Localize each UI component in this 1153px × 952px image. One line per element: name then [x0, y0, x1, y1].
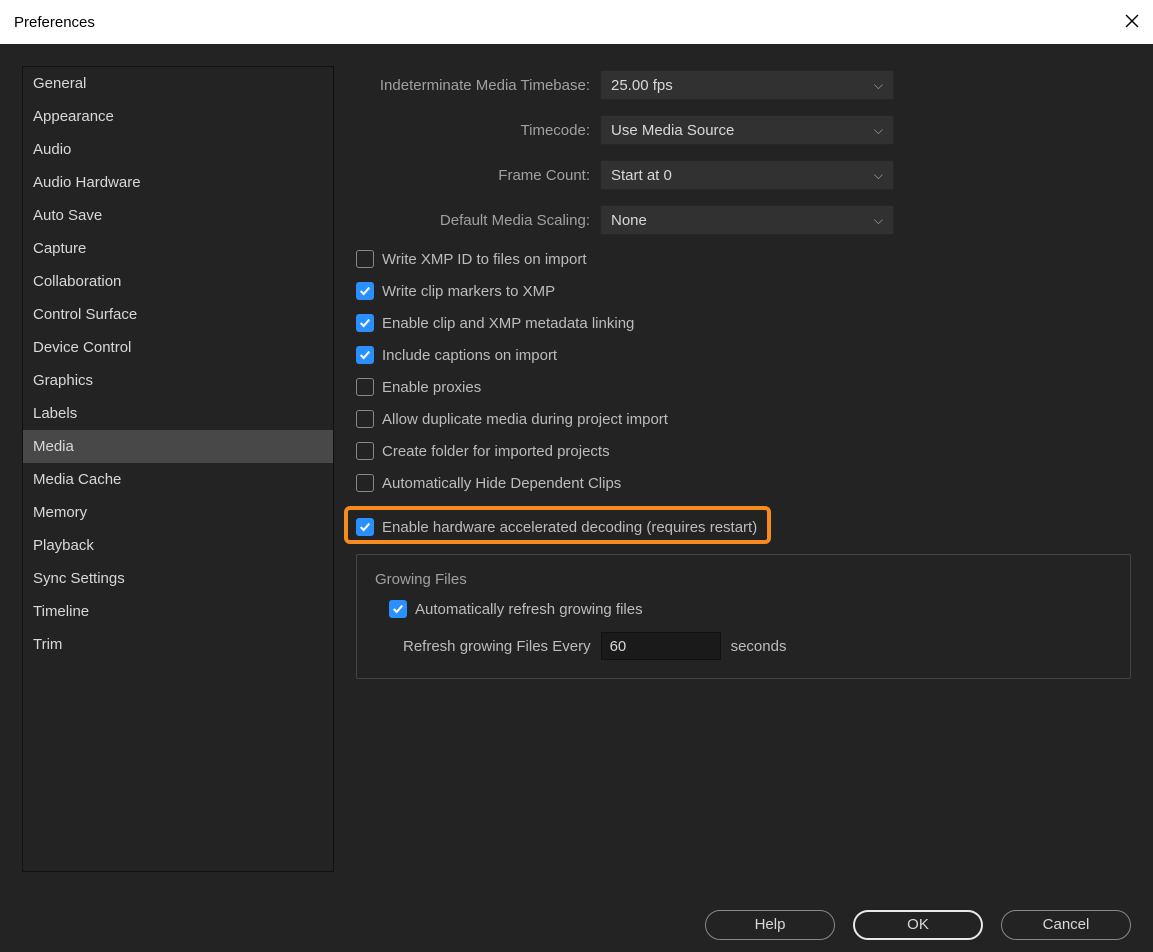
scaling-value: None	[611, 212, 647, 229]
help-button[interactable]: Help	[705, 910, 835, 940]
frame-count-dropdown[interactable]: Start at 0 ⌵	[600, 160, 894, 190]
frame-count-label: Frame Count:	[356, 167, 600, 184]
scaling-label: Default Media Scaling:	[356, 212, 600, 229]
sidebar-item-general[interactable]: General	[23, 67, 333, 100]
sidebar-item-collaboration[interactable]: Collaboration	[23, 265, 333, 298]
check-row-7[interactable]: Automatically Hide Dependent Clips	[356, 474, 1131, 492]
main-panel: Indeterminate Media Timebase: 25.00 fps …	[356, 66, 1131, 872]
check-row-1[interactable]: Write clip markers to XMP	[356, 282, 1131, 300]
checkbox-7[interactable]	[356, 474, 374, 492]
check-label-7: Automatically Hide Dependent Clips	[382, 475, 621, 492]
ok-button[interactable]: OK	[853, 910, 983, 940]
chevron-down-icon: ⌵	[874, 213, 883, 228]
timecode-label: Timecode:	[356, 122, 600, 139]
timebase-dropdown[interactable]: 25.00 fps ⌵	[600, 70, 894, 100]
hw-decode-checkbox[interactable]	[356, 518, 374, 536]
highlighted-option: Enable hardware accelerated decoding (re…	[344, 506, 771, 544]
sidebar-item-trim[interactable]: Trim	[23, 628, 333, 661]
checkbox-1[interactable]	[356, 282, 374, 300]
refresh-unit: seconds	[731, 638, 787, 655]
check-row-6[interactable]: Create folder for imported projects	[356, 442, 1131, 460]
checkbox-6[interactable]	[356, 442, 374, 460]
close-icon[interactable]	[1125, 12, 1139, 33]
sidebar-item-audio[interactable]: Audio	[23, 133, 333, 166]
check-label-1: Write clip markers to XMP	[382, 283, 555, 300]
chevron-down-icon: ⌵	[874, 123, 883, 138]
sidebar-item-auto-save[interactable]: Auto Save	[23, 199, 333, 232]
chevron-down-icon: ⌵	[874, 78, 883, 93]
checkbox-4[interactable]	[356, 378, 374, 396]
titlebar: Preferences	[0, 0, 1153, 44]
checkbox-0[interactable]	[356, 250, 374, 268]
auto-refresh-label: Automatically refresh growing files	[415, 601, 643, 618]
refresh-seconds-input[interactable]: 60	[601, 632, 721, 660]
chevron-down-icon: ⌵	[874, 168, 883, 183]
sidebar: GeneralAppearanceAudioAudio HardwareAuto…	[22, 66, 334, 872]
sidebar-item-timeline[interactable]: Timeline	[23, 595, 333, 628]
check-label-3: Include captions on import	[382, 347, 557, 364]
check-row-3[interactable]: Include captions on import	[356, 346, 1131, 364]
check-row-2[interactable]: Enable clip and XMP metadata linking	[356, 314, 1131, 332]
check-label-6: Create folder for imported projects	[382, 443, 610, 460]
hw-decode-label: Enable hardware accelerated decoding (re…	[382, 519, 757, 536]
sidebar-item-control-surface[interactable]: Control Surface	[23, 298, 333, 331]
sidebar-item-audio-hardware[interactable]: Audio Hardware	[23, 166, 333, 199]
sidebar-item-playback[interactable]: Playback	[23, 529, 333, 562]
sidebar-item-device-control[interactable]: Device Control	[23, 331, 333, 364]
sidebar-item-capture[interactable]: Capture	[23, 232, 333, 265]
frame-count-value: Start at 0	[611, 167, 672, 184]
scaling-dropdown[interactable]: None ⌵	[600, 205, 894, 235]
check-row-4[interactable]: Enable proxies	[356, 378, 1131, 396]
cancel-button[interactable]: Cancel	[1001, 910, 1131, 940]
check-label-0: Write XMP ID to files on import	[382, 251, 587, 268]
sidebar-item-sync-settings[interactable]: Sync Settings	[23, 562, 333, 595]
sidebar-item-graphics[interactable]: Graphics	[23, 364, 333, 397]
checkbox-3[interactable]	[356, 346, 374, 364]
timecode-dropdown[interactable]: Use Media Source ⌵	[600, 115, 894, 145]
timebase-label: Indeterminate Media Timebase:	[356, 77, 600, 94]
timecode-value: Use Media Source	[611, 122, 734, 139]
growing-files-group: Growing Files Automatically refresh grow…	[356, 554, 1131, 679]
timebase-value: 25.00 fps	[611, 77, 673, 94]
check-label-4: Enable proxies	[382, 379, 481, 396]
sidebar-item-memory[interactable]: Memory	[23, 496, 333, 529]
checkbox-5[interactable]	[356, 410, 374, 428]
sidebar-item-media[interactable]: Media	[23, 430, 333, 463]
sidebar-item-labels[interactable]: Labels	[23, 397, 333, 430]
auto-refresh-row[interactable]: Automatically refresh growing files	[389, 600, 1112, 618]
sidebar-item-appearance[interactable]: Appearance	[23, 100, 333, 133]
checkbox-2[interactable]	[356, 314, 374, 332]
check-label-5: Allow duplicate media during project imp…	[382, 411, 668, 428]
check-label-2: Enable clip and XMP metadata linking	[382, 315, 634, 332]
window-title: Preferences	[14, 14, 95, 31]
growing-files-legend: Growing Files	[371, 571, 471, 588]
check-row-5[interactable]: Allow duplicate media during project imp…	[356, 410, 1131, 428]
refresh-label: Refresh growing Files Every	[403, 638, 591, 655]
footer-buttons: Help OK Cancel	[705, 910, 1131, 940]
auto-refresh-checkbox[interactable]	[389, 600, 407, 618]
sidebar-item-media-cache[interactable]: Media Cache	[23, 463, 333, 496]
hw-decode-row[interactable]: Enable hardware accelerated decoding (re…	[356, 518, 757, 536]
check-row-0[interactable]: Write XMP ID to files on import	[356, 250, 1131, 268]
